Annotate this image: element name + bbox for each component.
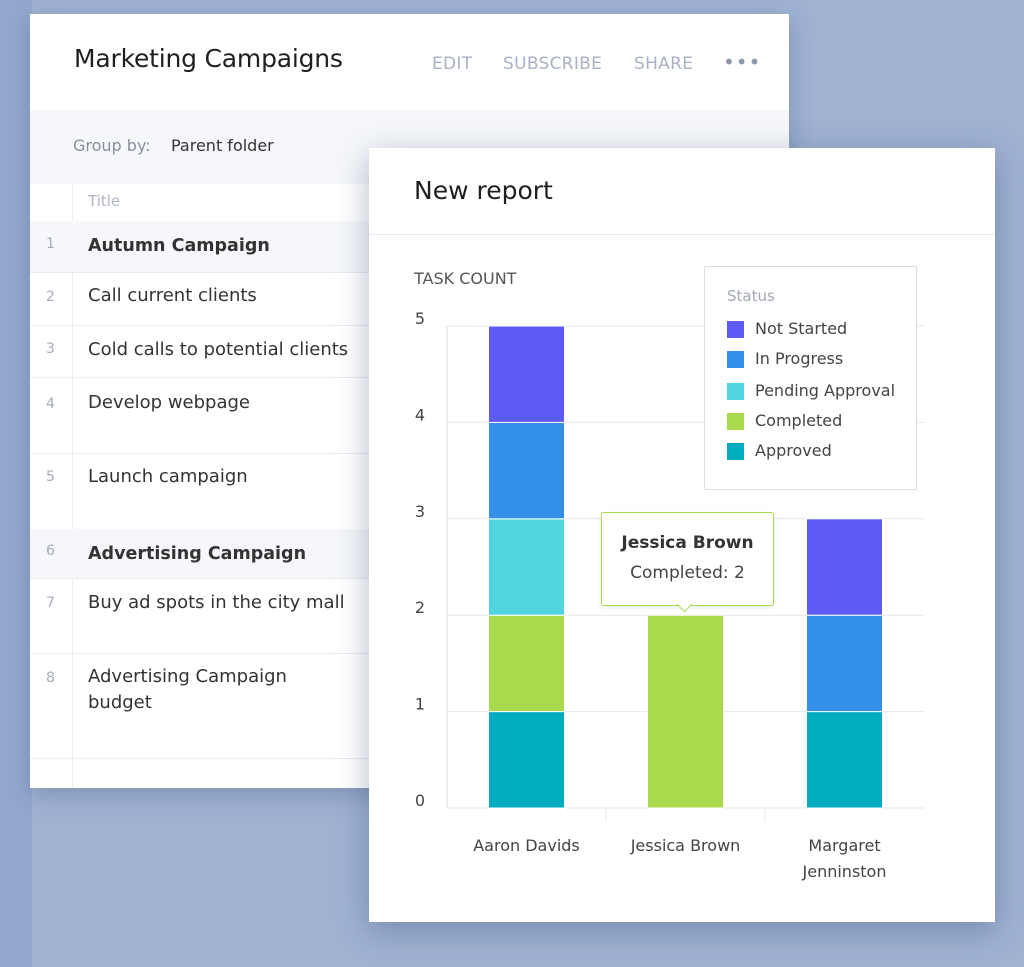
- bar-segment: [488, 614, 565, 713]
- row-number: 1: [46, 236, 55, 252]
- backdrop: [0, 0, 32, 967]
- bar-segment: [488, 325, 565, 423]
- edit-button[interactable]: EDIT: [432, 54, 472, 74]
- chart-legend: Status Not Started In Progress Pending A…: [704, 266, 917, 490]
- y-tick-label: 2: [415, 598, 425, 617]
- bar-segment: [488, 421, 565, 520]
- legend-swatch: [727, 351, 744, 368]
- row-number: 5: [46, 469, 55, 485]
- report-panel: New report TASK COUNT 0 1 2 3 4 5 Aaron Davids J…: [369, 148, 995, 922]
- y-tick-label: 3: [415, 502, 425, 521]
- tooltip-number: 2: [734, 563, 745, 583]
- legend-swatch: [727, 443, 744, 460]
- y-tick-label: 0: [415, 791, 425, 810]
- bar-segment: [806, 518, 883, 616]
- row-title: Autumn Campaign: [88, 236, 270, 256]
- subscribe-button[interactable]: SUBSCRIBE: [503, 54, 602, 74]
- row-title: Launch campaign: [88, 466, 248, 487]
- bar-segment: [488, 518, 565, 616]
- row-number: 2: [46, 289, 55, 305]
- legend-label: Approved: [755, 441, 832, 460]
- legend-title: Status: [727, 287, 775, 305]
- y-tick-label: 5: [415, 309, 425, 328]
- tooltip-series: Completed: [630, 563, 723, 583]
- row-title: Advertising Campaign: [88, 544, 307, 564]
- share-button[interactable]: SHARE: [634, 54, 693, 74]
- row-title: Buy ad spots in the city mall: [88, 592, 345, 613]
- more-options-icon[interactable]: •••: [723, 50, 761, 74]
- page-title: Marketing Campaigns: [74, 44, 343, 73]
- row-number: 3: [46, 341, 55, 357]
- row-number: 4: [46, 396, 55, 412]
- tooltip-value: Completed: 2: [630, 563, 745, 583]
- legend-swatch: [727, 413, 744, 430]
- row-number: 6: [46, 543, 55, 559]
- tooltip-title: Jessica Brown: [621, 533, 754, 553]
- chart-tooltip: Jessica Brown Completed: 2: [601, 512, 774, 613]
- legend-label: In Progress: [755, 349, 844, 368]
- row-title: Cold calls to potential clients: [88, 339, 349, 360]
- row-number: 7: [46, 595, 55, 611]
- group-by-label: Group by:: [73, 136, 151, 155]
- x-tick-label: Aaron Davids: [473, 836, 580, 855]
- row-title: Call current clients: [88, 285, 257, 306]
- legend-label: Not Started: [755, 319, 848, 338]
- legend-swatch: [727, 321, 744, 338]
- bar-segment: [647, 614, 724, 809]
- column-header-title[interactable]: Title: [88, 192, 120, 210]
- x-tick-label: Jessica Brown: [630, 836, 741, 855]
- y-axis-title: TASK COUNT: [413, 269, 517, 288]
- bar-segment: [806, 614, 883, 713]
- bar-segment: [806, 711, 883, 809]
- y-tick-label: 4: [415, 405, 425, 424]
- bar-segment: [488, 711, 565, 809]
- y-tick-label: 1: [415, 695, 425, 714]
- x-tick-label: Jenninston: [802, 862, 887, 881]
- legend-label: Pending Approval: [755, 381, 896, 400]
- row-title: Advertising Campaign budget: [88, 666, 287, 713]
- row-number: 8: [46, 670, 55, 686]
- legend-swatch: [727, 383, 744, 400]
- legend-label: Completed: [755, 411, 843, 430]
- x-tick-label: Margaret: [808, 836, 880, 855]
- row-title: Develop webpage: [88, 392, 250, 413]
- list-header: Marketing Campaigns EDIT SUBSCRIBE SHARE…: [30, 14, 789, 110]
- group-by-select[interactable]: Parent folder: [171, 136, 274, 155]
